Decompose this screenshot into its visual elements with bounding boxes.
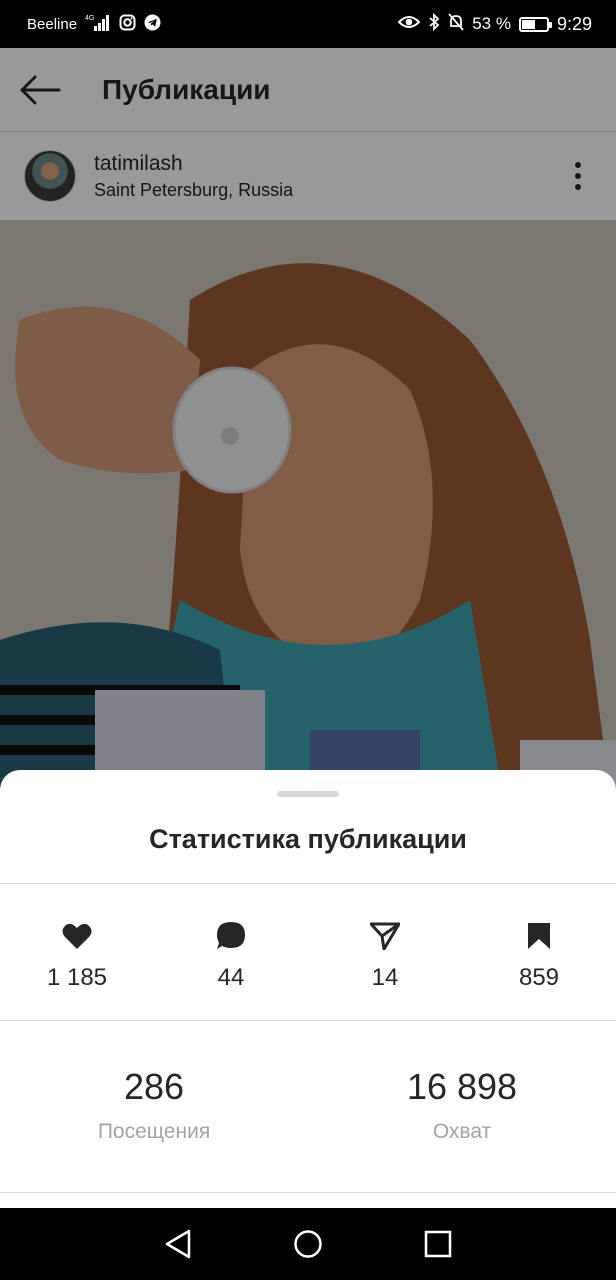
likes-count: 1 185 xyxy=(46,964,108,991)
telegram-icon xyxy=(144,14,161,35)
signal-icon: 4G xyxy=(85,13,111,35)
saves-count: 859 xyxy=(518,964,560,991)
reach-value: 16 898 xyxy=(406,1066,518,1107)
sheet-title: Статистика публикации xyxy=(149,824,467,854)
metric-saves: 859 xyxy=(462,920,616,992)
metrics-row: 1 185 44 14 859 xyxy=(0,920,616,992)
reach-label: Охват xyxy=(432,1120,492,1143)
heart-icon xyxy=(62,920,92,952)
statistics-sheet: Статистика публикации 1 185 44 14 859 28… xyxy=(0,770,616,1208)
visits-label: Посещения xyxy=(97,1120,211,1143)
divider-bottom xyxy=(0,1192,616,1193)
comments-count: 44 xyxy=(217,964,245,991)
divider-middle xyxy=(0,1020,616,1021)
shares-count: 14 xyxy=(371,964,399,991)
status-bar: Beeline 4G 53 % 9:29 xyxy=(0,0,616,48)
sheet-handle[interactable] xyxy=(277,791,339,797)
status-left: Beeline 4G xyxy=(27,13,161,35)
nav-recents-icon[interactable] xyxy=(420,1226,456,1262)
summary-row: 286 Посещения 16 898 Охват xyxy=(0,1066,616,1144)
bookmark-icon xyxy=(527,920,551,952)
reach: 16 898 Охват xyxy=(308,1066,616,1144)
battery-fill xyxy=(521,19,535,29)
clock: 9:29 xyxy=(556,13,592,34)
visits-value: 286 xyxy=(123,1066,185,1107)
share-icon xyxy=(370,920,400,952)
profile-visits: 286 Посещения xyxy=(0,1066,308,1144)
metric-comments: 44 xyxy=(154,920,308,992)
svg-text:4G: 4G xyxy=(85,15,94,22)
battery-percent: 53 % xyxy=(472,14,511,33)
nav-back-icon[interactable] xyxy=(160,1226,196,1262)
comment-icon xyxy=(216,920,246,952)
eye-icon xyxy=(397,14,421,34)
navigation-bar xyxy=(0,1208,616,1280)
status-right: 53 % 9:29 xyxy=(397,12,592,36)
carrier-name: Beeline xyxy=(27,15,78,33)
bluetooth-icon xyxy=(428,12,440,36)
divider-top xyxy=(0,883,616,884)
nav-home-icon[interactable] xyxy=(290,1226,326,1262)
metric-likes: 1 185 xyxy=(0,920,154,992)
battery-icon xyxy=(518,16,552,32)
mute-bell-icon xyxy=(448,12,464,36)
instagram-icon xyxy=(119,14,136,35)
metric-shares: 14 xyxy=(308,920,462,992)
